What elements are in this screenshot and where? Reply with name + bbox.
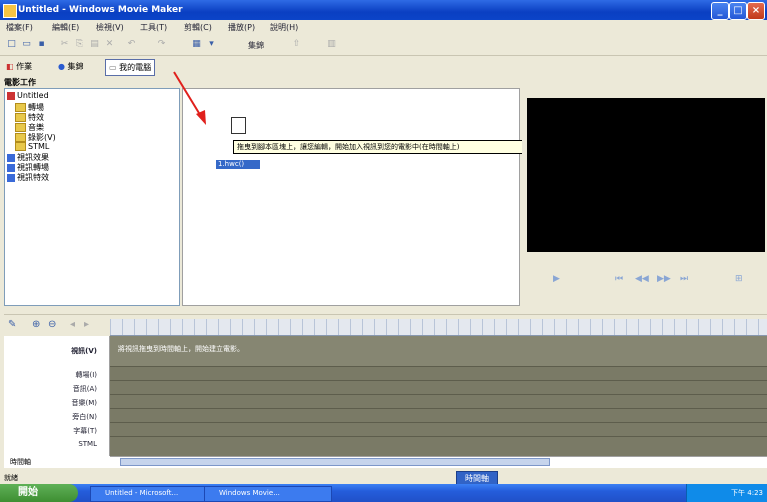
transition-track[interactable] bbox=[110, 366, 767, 381]
menu-tools[interactable]: 工具(T) bbox=[140, 22, 167, 33]
maximize-button[interactable]: □ bbox=[729, 2, 747, 20]
copy-icon[interactable]: ⎘ bbox=[73, 38, 86, 51]
folder-icon bbox=[15, 123, 26, 132]
video-track-hint: 將視訊拖曳到時間軸上，開始建立電影。 bbox=[118, 345, 244, 353]
computer-icon: ▭ bbox=[109, 63, 120, 72]
arrow-annotation bbox=[173, 71, 206, 125]
start-button[interactable]: 開始 bbox=[0, 484, 78, 502]
menu-view[interactable]: 檢視(V) bbox=[96, 22, 124, 33]
task-tabs: ◧ 作業 ● 集錦 ▭ 我的電腦 bbox=[0, 56, 767, 76]
new-icon[interactable]: □ bbox=[5, 38, 18, 51]
video-effects-icon bbox=[7, 173, 15, 182]
menu-edit[interactable]: 編輯(E) bbox=[52, 22, 79, 33]
menu-file[interactable]: 檔案(F) bbox=[6, 22, 33, 33]
playback-controls: ▶ ⏮ ◀◀ ▶▶ ⏭ ⊞ bbox=[527, 262, 765, 298]
track-label-video: 視訊(V) bbox=[71, 347, 97, 355]
title-bar: Untitled - Windows Movie Maker _ □ × bbox=[0, 0, 767, 20]
center-badge[interactable]: 時間軸 bbox=[456, 471, 498, 485]
storyboard-icon[interactable]: ✎ bbox=[8, 319, 16, 330]
video-track[interactable]: 將視訊拖曳到時間軸上，開始建立電影。 bbox=[110, 336, 767, 367]
stml-track[interactable] bbox=[110, 436, 767, 457]
video-transitions-icon bbox=[7, 153, 15, 162]
rewind-timeline-icon[interactable]: ◂ bbox=[70, 319, 75, 330]
menu-bar: 檔案(F) 編輯(E) 檢視(V) 工具(T) 剪輯(C) 播放(P) 說明(H… bbox=[0, 20, 767, 34]
menu-play[interactable]: 播放(P) bbox=[228, 22, 255, 33]
folder-icon bbox=[15, 142, 26, 151]
tree-item[interactable]: STML bbox=[15, 142, 49, 151]
music-track[interactable] bbox=[110, 394, 767, 409]
tasks-icon: ◧ bbox=[6, 62, 17, 71]
track-label-music: 音樂(M) bbox=[71, 399, 97, 407]
up-icon[interactable]: ⇧ bbox=[290, 38, 303, 51]
paste-icon[interactable]: ▤ bbox=[88, 38, 101, 51]
collections-icon[interactable]: ▦ bbox=[190, 38, 203, 51]
narration-track[interactable] bbox=[110, 408, 767, 423]
clip-label[interactable]: 1.hwc() bbox=[216, 160, 260, 169]
timeline-tracks[interactable]: 將視訊拖曳到時間軸上，開始建立電影。 bbox=[110, 336, 767, 457]
view-icon[interactable]: ▥ bbox=[325, 38, 338, 51]
taskbar-item[interactable]: Windows Movie... bbox=[204, 486, 332, 502]
track-label-title: 字幕(T) bbox=[73, 427, 97, 435]
timeline-scroll-thumb[interactable] bbox=[120, 458, 550, 466]
fullscreen-button[interactable]: ⊞ bbox=[735, 274, 743, 284]
timeline-track-labels: 視訊(V) 轉場(I) 音訊(A) 音樂(M) 旁白(N) 字幕(T) STML bbox=[4, 336, 110, 456]
menu-help[interactable]: 說明(H) bbox=[270, 22, 298, 33]
track-label-transition: 轉場(I) bbox=[75, 371, 97, 379]
redo-icon[interactable]: ↷ bbox=[155, 38, 168, 51]
previous-button[interactable]: ⏮ bbox=[615, 274, 623, 284]
window-title: Untitled - Windows Movie Maker bbox=[18, 5, 183, 15]
next-button[interactable]: ⏭ bbox=[680, 274, 688, 284]
close-button[interactable]: × bbox=[747, 2, 765, 20]
tooltip: 拖曳到腳本區塊上，讓您編輯，開始加入視訊到您的電影中(在時間軸上) bbox=[233, 140, 534, 154]
zoom-in-icon[interactable]: ⊕ bbox=[32, 319, 40, 330]
collections-tree: Untitled 轉場 特效 音樂 錄影(V) STML 視訊效果 視訊轉場 視… bbox=[4, 88, 180, 306]
taskbar-item[interactable]: Untitled - Microsoft... bbox=[90, 486, 214, 502]
project-icon bbox=[7, 91, 15, 100]
collections-header: 電影工作 bbox=[4, 78, 36, 87]
video-transitions-icon bbox=[7, 163, 15, 172]
title-track[interactable] bbox=[110, 422, 767, 437]
track-label-narration: 旁白(N) bbox=[72, 413, 97, 421]
folder-icon bbox=[15, 133, 26, 142]
tab-collections[interactable]: ● 集錦 bbox=[55, 59, 87, 74]
toolbar: □ ▭ ▪ ✂ ⎘ ▤ ✕ ↶ ↷ ▦ ▾ 集錦 ⇧ ▥ bbox=[0, 34, 767, 56]
tab-my-computer[interactable]: ▭ 我的電腦 bbox=[105, 59, 156, 76]
app-icon bbox=[3, 4, 17, 18]
menu-clip[interactable]: 剪輯(C) bbox=[184, 22, 212, 33]
undo-icon[interactable]: ↶ bbox=[125, 38, 138, 51]
timeline-ruler[interactable] bbox=[110, 319, 767, 336]
forward-button[interactable]: ▶▶ bbox=[657, 274, 671, 284]
audio-track[interactable] bbox=[110, 380, 767, 395]
rewind-button[interactable]: ◀◀ bbox=[635, 274, 649, 284]
track-label-audio: 音訊(A) bbox=[72, 385, 97, 393]
delete-icon[interactable]: ✕ bbox=[103, 38, 116, 51]
zoom-out-icon[interactable]: ⊖ bbox=[48, 319, 56, 330]
preview-screen bbox=[527, 98, 765, 252]
minimize-button[interactable]: _ bbox=[711, 2, 729, 20]
track-label-stml: STML bbox=[78, 440, 97, 448]
dropdown-icon[interactable]: ▾ bbox=[205, 38, 218, 51]
tab-tasks[interactable]: ◧ 作業 bbox=[3, 59, 35, 74]
clip-thumbnail[interactable] bbox=[231, 117, 246, 134]
tree-item[interactable]: 視訊特效 bbox=[7, 172, 49, 183]
folder-icon bbox=[15, 103, 26, 112]
play-button[interactable]: ▶ bbox=[553, 274, 560, 284]
folder-icon bbox=[15, 113, 26, 122]
system-tray-clock: 下午 4:23 bbox=[686, 484, 767, 502]
cut-icon[interactable]: ✂ bbox=[58, 38, 71, 51]
collections-button[interactable]: 集錦 bbox=[248, 40, 264, 51]
play-timeline-icon[interactable]: ▸ bbox=[84, 319, 89, 330]
open-icon[interactable]: ▭ bbox=[20, 38, 33, 51]
timeline-left-bar: 時間軸 bbox=[4, 456, 110, 468]
info-icon: ● bbox=[58, 62, 68, 71]
tree-item-root[interactable]: Untitled bbox=[7, 91, 49, 100]
save-icon[interactable]: ▪ bbox=[35, 38, 48, 51]
status-bar: 就緒 bbox=[0, 472, 767, 484]
